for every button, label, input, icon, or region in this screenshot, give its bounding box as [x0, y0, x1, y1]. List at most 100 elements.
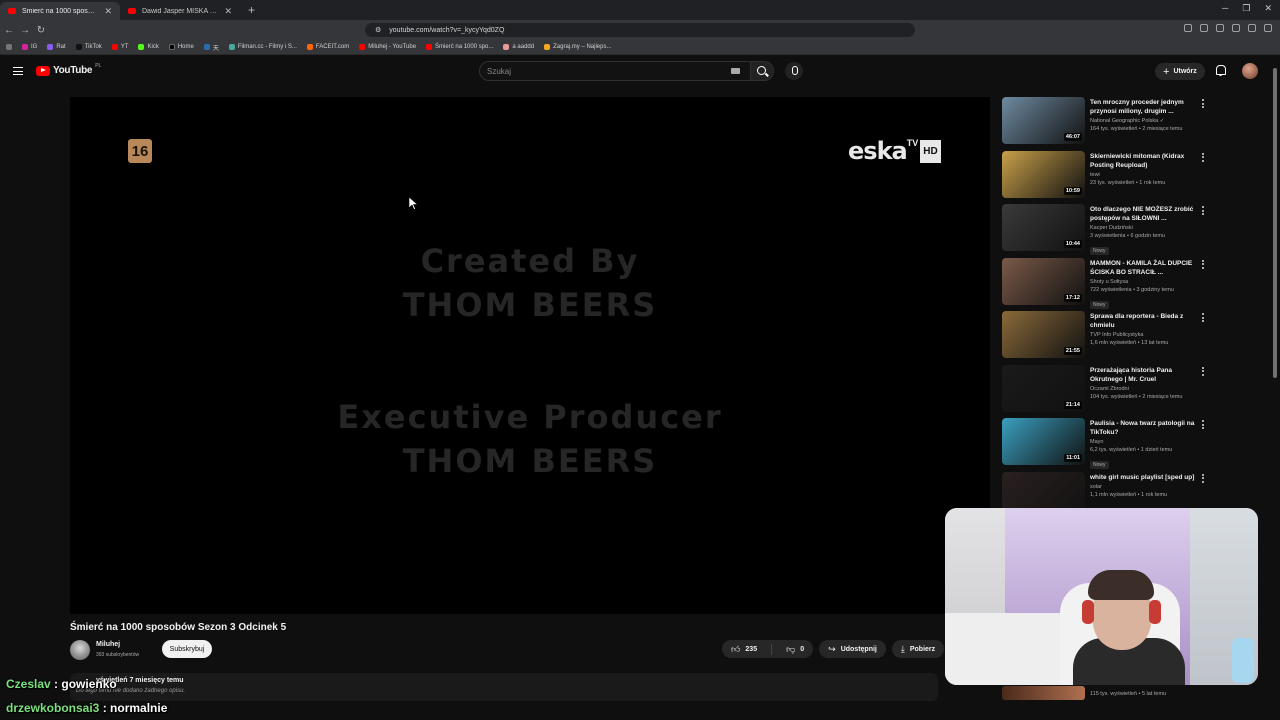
more-options-icon[interactable]	[1202, 152, 1204, 163]
description-box[interactable]	[70, 673, 938, 701]
close-icon[interactable]: ✕	[224, 6, 232, 17]
video-credit: Created By THOM BEERS	[402, 242, 658, 324]
channel-name[interactable]: Mayo	[1090, 439, 1198, 445]
create-label: Utwórz	[1173, 68, 1197, 75]
bookmark-item[interactable]: Rat	[47, 44, 66, 50]
new-tab-icon[interactable]: +	[240, 3, 263, 17]
apps-icon[interactable]	[6, 44, 12, 50]
restore-icon[interactable]: ❐	[1242, 3, 1250, 14]
video-thumbnail[interactable]: 11:01	[1002, 418, 1085, 465]
search-button[interactable]	[750, 61, 774, 81]
bookmark-item[interactable]: Zagraj.my – Najleps...	[544, 44, 611, 50]
url-bar[interactable]: ⚙ youtube.com/watch?v=_kycyYqd0ZQ	[365, 23, 915, 37]
more-options-icon[interactable]	[1202, 259, 1204, 270]
bookmark-item[interactable]: FACEIT.com	[306, 44, 349, 50]
forward-icon[interactable]: →	[18, 25, 32, 36]
video-thumbnail[interactable]: 10:59	[1002, 150, 1085, 198]
bookmark-item[interactable]: YT	[111, 44, 128, 50]
menu-icon[interactable]	[13, 67, 23, 75]
recommended-video[interactable]: 21:14 Przerażająca historia Pana Okrutneg…	[1002, 364, 1210, 417]
recommended-video[interactable]: 11:01 Paulisia - Nowa twarz patologii na …	[1002, 418, 1210, 470]
chat-text: normalnie	[110, 701, 168, 715]
recommended-video[interactable]: 21:55 Sprawa dla reportera - Bieda z chmi…	[1002, 311, 1210, 363]
more-options-icon[interactable]	[1202, 206, 1204, 216]
address-bar-row: ← → ↻ ⚙ youtube.com/watch?v=_kycyYqd0ZQ	[0, 20, 1280, 40]
extension-icon[interactable]	[1232, 24, 1240, 32]
extension-icon[interactable]	[1200, 24, 1208, 32]
extension-icon[interactable]	[1184, 24, 1192, 32]
share-button[interactable]: ↪ Udostępnij	[819, 640, 886, 658]
bookmark-item[interactable]: Filman.cc - Filmy i S...	[228, 44, 297, 50]
more-options-icon[interactable]	[1202, 473, 1204, 484]
video-thumbnail[interactable]	[1002, 686, 1085, 700]
scrollbar[interactable]	[1272, 60, 1278, 700]
like-button[interactable]: 👍︎ 235	[722, 640, 766, 658]
channel-avatar[interactable]	[70, 640, 90, 660]
channel-name[interactable]: tewi	[1090, 172, 1198, 178]
browser-tab[interactable]: Dawid Jasper MIŚKA MA BZIKA - You ✕	[120, 2, 240, 20]
channel-name[interactable]: Kacper Dudziński	[1090, 225, 1198, 231]
bookmark-item[interactable]: IG	[22, 44, 37, 50]
window-controls: ─ ❐ ✕	[1222, 3, 1272, 14]
create-button[interactable]: + Utwórz	[1155, 63, 1205, 80]
video-title[interactable]: Skierniewicki mitoman (Kidrax Posting Re…	[1090, 152, 1198, 170]
youtube-logo[interactable]: YouTube PL	[36, 63, 101, 76]
video-title[interactable]: Przerażająca historia Pana Okrutnego | M…	[1090, 366, 1198, 384]
more-options-icon[interactable]	[1202, 366, 1204, 377]
channel-name[interactable]: Miluhej	[96, 641, 120, 648]
dislike-button[interactable]: 👎︎ 0	[777, 640, 813, 658]
browser-tab-active[interactable]: Śmierć na 1000 sposobów Sezon ✕	[0, 2, 120, 20]
extension-icon[interactable]	[1216, 24, 1224, 32]
account-avatar[interactable]	[1242, 63, 1258, 79]
video-thumbnail[interactable]: 10:44	[1002, 204, 1085, 251]
keyboard-icon[interactable]	[731, 68, 740, 74]
recommended-video[interactable]: 10:59 Skierniewicki mitoman (Kidrax Posti…	[1002, 150, 1210, 203]
more-options-icon[interactable]	[1202, 313, 1204, 323]
download-label: Pobierz	[909, 645, 936, 653]
bookmark-item[interactable]: 天	[203, 43, 219, 52]
recommended-video[interactable]: 10:44 Oto dlaczego NIE MOŻESZ zrobić post…	[1002, 204, 1210, 256]
microphone-icon[interactable]	[785, 62, 803, 80]
recommended-video[interactable]: 46:07 Ten mroczny proceder jednym przynos…	[1002, 97, 1210, 149]
video-thumbnail[interactable]: 46:07	[1002, 97, 1085, 144]
video-title[interactable]: white girl music playlist [sped up]	[1090, 473, 1198, 482]
extension-icon[interactable]	[1248, 24, 1256, 32]
video-thumbnail[interactable]: 21:14	[1002, 364, 1085, 412]
bookmark-item[interactable]: Home	[168, 44, 194, 50]
bookmark-item[interactable]: TikTok	[75, 44, 102, 50]
video-thumbnail[interactable]: 21:55	[1002, 311, 1085, 358]
download-button[interactable]: ⤓ Pobierz	[891, 640, 945, 658]
bookmark-item[interactable]: Miluhej - YouTube	[359, 44, 416, 50]
video-player[interactable]: 16 eska TV HD Created By THOM BEERS Exec…	[70, 97, 990, 614]
video-title[interactable]: Paulisia - Nowa twarz patologii na TikTo…	[1090, 419, 1198, 437]
new-badge: Nowy	[1090, 461, 1109, 469]
reload-icon[interactable]: ↻	[34, 25, 48, 36]
scrollbar-thumb[interactable]	[1273, 68, 1277, 378]
channel-name[interactable]: solar	[1090, 484, 1198, 490]
channel-name[interactable]: National Geographic Polska ✓	[1090, 118, 1198, 124]
recommended-video[interactable]: 17:12 MAMMON - KAMILA ŻAL DUPCIE ŚCISKA B…	[1002, 257, 1210, 310]
video-title[interactable]: Sprawa dla reportera - Bieda z chmielu	[1090, 312, 1198, 330]
back-icon[interactable]: ←	[2, 25, 16, 36]
video-title[interactable]: MAMMON - KAMILA ŻAL DUPCIE ŚCISKA BO STR…	[1090, 259, 1198, 277]
notifications-bell-icon[interactable]	[1215, 65, 1226, 76]
video-title[interactable]: Ten mroczny proceder jednym przynosi mil…	[1090, 98, 1198, 116]
channel-name[interactable]: Shoty u Sołtysa	[1090, 279, 1198, 285]
video-duration: 10:44	[1063, 240, 1082, 248]
subscribe-button[interactable]: Subskrybuj	[162, 640, 212, 658]
minimize-icon[interactable]: ─	[1222, 3, 1228, 14]
bookmark-item[interactable]: Kick	[138, 44, 159, 50]
channel-name[interactable]: TVP Info Publicystyka	[1090, 332, 1198, 338]
video-title[interactable]: Oto dlaczego NIE MOŻESZ zrobić postępów …	[1090, 205, 1198, 223]
more-options-icon[interactable]	[1202, 99, 1204, 109]
close-window-icon[interactable]: ✕	[1264, 3, 1272, 14]
close-icon[interactable]: ✕	[104, 6, 112, 17]
bookmark-item[interactable]: Śmierć na 1000 spo...	[426, 44, 493, 50]
bookmark-item[interactable]: a aaddd	[503, 44, 534, 50]
video-thumbnail[interactable]: 17:12	[1002, 257, 1085, 305]
channel-name[interactable]: Oczami Zbrodni	[1090, 386, 1198, 392]
site-info-icon[interactable]: ⚙	[375, 26, 381, 34]
menu-icon[interactable]	[1264, 24, 1272, 32]
more-options-icon[interactable]	[1202, 420, 1204, 430]
search-input[interactable]	[487, 66, 727, 76]
